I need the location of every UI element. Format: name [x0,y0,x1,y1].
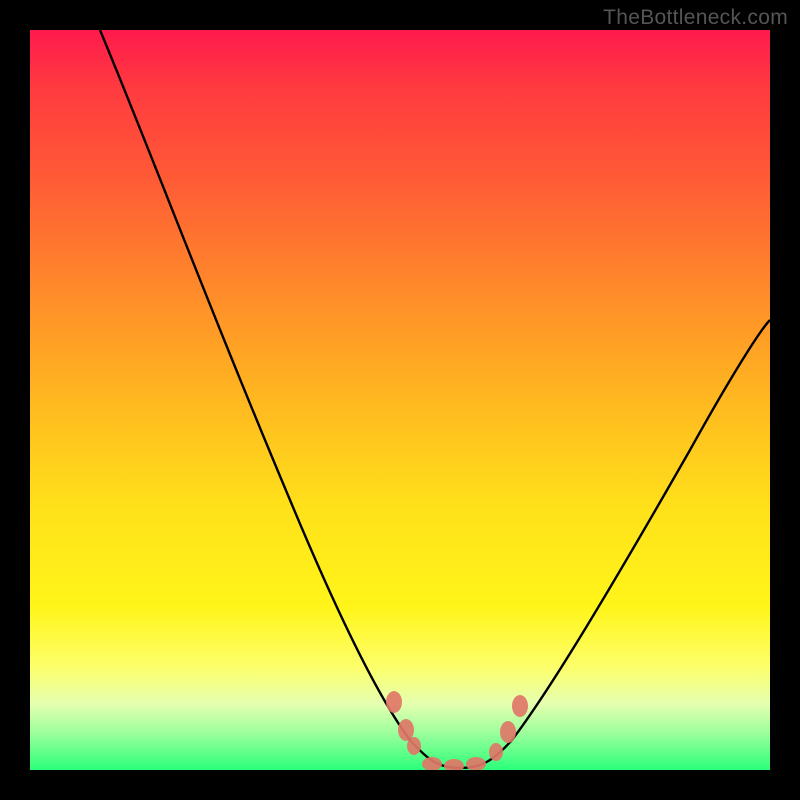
chart-svg [30,30,770,770]
chart-frame: TheBottleneck.com [0,0,800,800]
watermark-text: TheBottleneck.com [603,6,788,30]
curve-markers [386,691,528,770]
chart-plot-area [30,30,770,770]
bottleneck-curve [100,30,770,768]
